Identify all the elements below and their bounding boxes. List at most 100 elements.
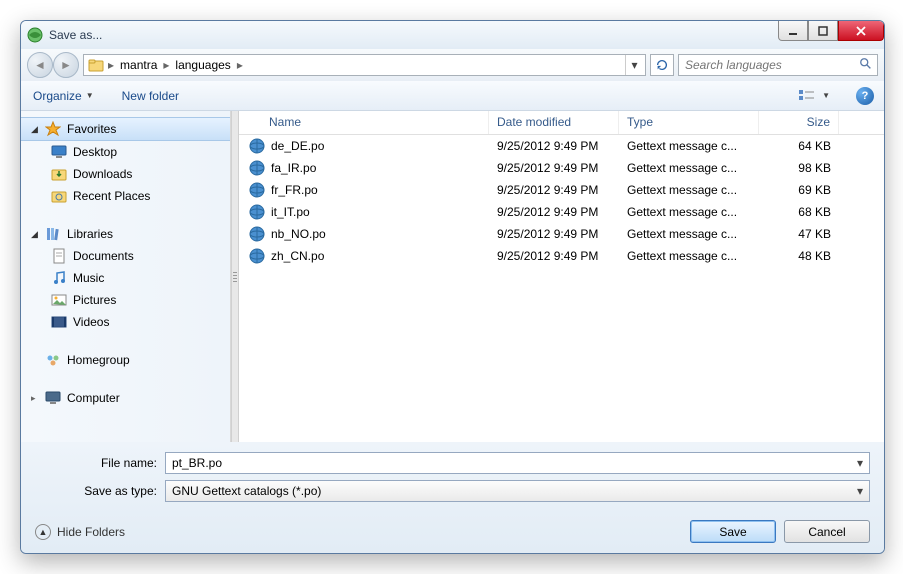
file-type: Gettext message c... [619,249,759,263]
sidebar-item-music[interactable]: Music [21,267,230,289]
po-file-icon [249,248,265,264]
breadcrumb-mantra[interactable]: mantra [116,55,161,75]
filename-combo[interactable]: ▾ [165,452,870,474]
sidebar-computer[interactable]: ▸Computer [21,387,230,409]
file-rows[interactable]: de_DE.po9/25/2012 9:49 PMGettext message… [239,135,884,442]
maximize-button[interactable] [808,21,838,41]
music-icon [51,270,67,286]
file-type: Gettext message c... [619,139,759,153]
sidebar-favorites-header[interactable]: ◢Favorites [21,117,230,141]
toolbar: Organize ▼ New folder ▼ ? [21,81,884,111]
chevron-down-icon: ◢ [31,124,39,135]
file-row[interactable]: nb_NO.po 9/25/2012 9:49 PMGettext message… [239,223,884,245]
window-title: Save as... [49,28,102,42]
file-row[interactable]: fr_FR.po9/25/2012 9:49 PMGettext message… [239,179,884,201]
refresh-button[interactable] [650,54,674,76]
sidebar-item-videos[interactable]: Videos [21,311,230,333]
minimize-button[interactable] [778,21,808,41]
address-bar[interactable]: ▸ mantra ▸ languages ▸ ▾ [83,54,646,76]
column-type[interactable]: Type [619,111,759,134]
computer-icon [45,390,61,406]
filename-label: File name: [35,456,165,470]
filename-input[interactable] [170,455,855,471]
sidebar-item-documents[interactable]: Documents [21,245,230,267]
breadcrumb-languages[interactable]: languages [171,55,234,75]
po-file-icon [249,138,265,154]
chevron-right-icon: ▸ [106,58,116,72]
file-name: it_IT.po [271,205,310,219]
file-size: 98 KB [759,161,839,175]
file-type: Gettext message c... [619,161,759,175]
sidebar-item-downloads[interactable]: Downloads [21,163,230,185]
title-bar[interactable]: Save as... [21,21,884,49]
view-options-button[interactable]: ▼ [796,85,832,107]
cancel-button[interactable]: Cancel [784,520,870,543]
search-box[interactable] [678,54,878,76]
file-row[interactable]: fa_IR.po 9/25/2012 9:49 PMGettext message… [239,157,884,179]
file-size: 47 KB [759,227,839,241]
file-size: 64 KB [759,139,839,153]
search-input[interactable] [683,57,859,73]
chevron-right-icon: ▸ [235,58,245,72]
nav-bar: ◄ ► ▸ mantra ▸ languages ▸ ▾ [21,49,884,81]
sidebar-homegroup[interactable]: Homegroup [21,349,230,371]
column-date[interactable]: Date modified [489,111,619,134]
forward-button[interactable]: ► [53,52,79,78]
file-date: 9/25/2012 9:49 PM [489,205,619,219]
desktop-icon [51,144,67,160]
address-dropdown-icon[interactable]: ▾ [625,55,643,75]
file-row[interactable]: zh_CN.po9/25/2012 9:49 PMGettext message… [239,245,884,267]
file-date: 9/25/2012 9:49 PM [489,161,619,175]
file-list: Name Date modified Type Size de_DE.po9/2… [239,111,884,442]
recent-icon [51,188,67,204]
videos-icon [51,314,67,330]
chevron-right-icon: ▸ [161,58,171,72]
file-type: Gettext message c... [619,205,759,219]
file-size: 69 KB [759,183,839,197]
file-name: nb_NO.po [271,227,326,241]
documents-icon [51,248,67,264]
file-type: Gettext message c... [619,227,759,241]
homegroup-icon [45,352,61,368]
file-date: 9/25/2012 9:49 PM [489,227,619,241]
column-headers: Name Date modified Type Size [239,111,884,135]
column-name[interactable]: Name [239,111,489,134]
chevron-down-icon: ◢ [31,229,39,240]
file-date: 9/25/2012 9:49 PM [489,183,619,197]
folder-icon [88,57,104,73]
save-as-dialog: Save as... ◄ ► ▸ mantra ▸ languages ▸ ▾ [20,20,885,554]
pictures-icon [51,292,67,308]
chevron-down-icon[interactable]: ▾ [855,456,865,470]
savetype-combo[interactable]: GNU Gettext catalogs (*.po)▾ [165,480,870,502]
help-button[interactable]: ? [856,87,874,105]
organize-button[interactable]: Organize ▼ [31,85,96,107]
star-icon [45,121,61,137]
file-name: zh_CN.po [271,249,324,263]
savetype-label: Save as type: [35,484,165,498]
sidebar-libraries-header[interactable]: ◢Libraries [21,223,230,245]
po-file-icon [249,226,265,242]
file-name: fa_IR.po [271,161,316,175]
column-size[interactable]: Size [759,111,839,134]
file-size: 48 KB [759,249,839,263]
po-file-icon [249,160,265,176]
sidebar-item-recent[interactable]: Recent Places [21,185,230,207]
downloads-icon [51,166,67,182]
search-icon [859,57,873,74]
file-row[interactable]: de_DE.po9/25/2012 9:49 PMGettext message… [239,135,884,157]
splitter-handle[interactable] [231,111,239,442]
chevron-down-icon[interactable]: ▾ [855,484,865,498]
chevron-down-icon: ▼ [822,91,830,100]
close-button[interactable] [838,21,884,41]
sidebar: ◢Favorites Desktop Downloads Recent Plac… [21,111,231,442]
savetype-value: GNU Gettext catalogs (*.po) [170,484,855,498]
po-file-icon [249,204,265,220]
hide-folders-button[interactable]: ▲Hide Folders [35,524,125,540]
save-button[interactable]: Save [690,520,776,543]
new-folder-button[interactable]: New folder [120,85,181,107]
sidebar-item-desktop[interactable]: Desktop [21,141,230,163]
sidebar-item-pictures[interactable]: Pictures [21,289,230,311]
collapse-icon: ▲ [35,524,51,540]
back-button[interactable]: ◄ [27,52,53,78]
file-row[interactable]: it_IT.po 9/25/2012 9:49 PMGettext message… [239,201,884,223]
